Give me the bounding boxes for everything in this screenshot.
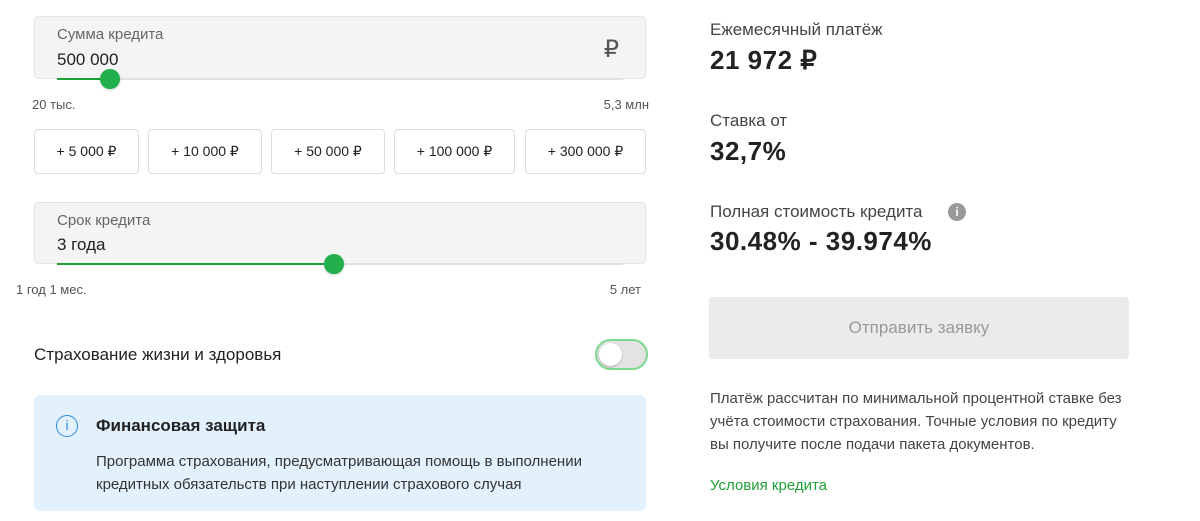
add-100000-button[interactable]: + 100 000 ₽ xyxy=(394,129,515,174)
full-cost-value: 30.48% - 39.974% xyxy=(710,226,932,256)
term-field[interactable]: Срок кредита 3 года xyxy=(34,202,646,274)
amount-max: 5,3 млн xyxy=(603,97,649,112)
amount-slider-thumb[interactable] xyxy=(100,69,121,89)
insurance-toggle[interactable] xyxy=(595,339,648,370)
rate-label: Ставка от xyxy=(710,111,788,130)
submit-application-button[interactable]: Отправить заявку xyxy=(709,297,1129,359)
term-min: 1 год 1 мес. xyxy=(16,282,87,297)
amount-input[interactable]: 500 000 xyxy=(57,50,118,70)
add-300000-button[interactable]: + 300 000 ₽ xyxy=(525,129,646,174)
term-slider-fill xyxy=(57,263,335,265)
add-5000-button[interactable]: + 5 000 ₽ xyxy=(34,129,139,174)
monthly-payment-label: Ежемесячный платёж xyxy=(710,20,883,39)
monthly-payment-value: 21 972 ₽ xyxy=(710,45,818,75)
add-50000-button[interactable]: + 50 000 ₽ xyxy=(271,129,385,174)
amount-label: Сумма кредита xyxy=(57,26,164,43)
term-slider-thumb[interactable] xyxy=(324,254,345,274)
term-label: Срок кредита xyxy=(57,212,151,229)
add-10000-button[interactable]: + 10 000 ₽ xyxy=(148,129,262,174)
loan-conditions-link[interactable]: Условия кредита xyxy=(710,477,827,494)
insurance-label: Страхование жизни и здоровья xyxy=(34,345,282,364)
info-title: Финансовая защита xyxy=(96,416,266,435)
term-input[interactable]: 3 года xyxy=(57,235,105,255)
info-icon: i xyxy=(56,415,78,437)
full-cost-label: Полная стоимость кредита xyxy=(710,202,923,221)
term-slider[interactable] xyxy=(57,254,623,274)
info-text: Программа страхования, предусматривающая… xyxy=(96,453,582,493)
financial-protection-info: i Финансовая защита Программа страховани… xyxy=(34,395,646,511)
payment-note: Платёж рассчитан по минимальной процентн… xyxy=(710,390,1122,453)
ruble-icon: ₽ xyxy=(603,36,619,63)
amount-slider[interactable] xyxy=(57,69,623,89)
term-max: 5 лет xyxy=(609,282,641,297)
amount-min: 20 тыс. xyxy=(32,97,76,112)
full-cost-info-icon[interactable]: i xyxy=(948,203,966,221)
rate-value: 32,7% xyxy=(710,136,787,166)
amount-field[interactable]: Сумма кредита 500 000 ₽ xyxy=(34,16,646,89)
toggle-knob xyxy=(599,343,622,366)
